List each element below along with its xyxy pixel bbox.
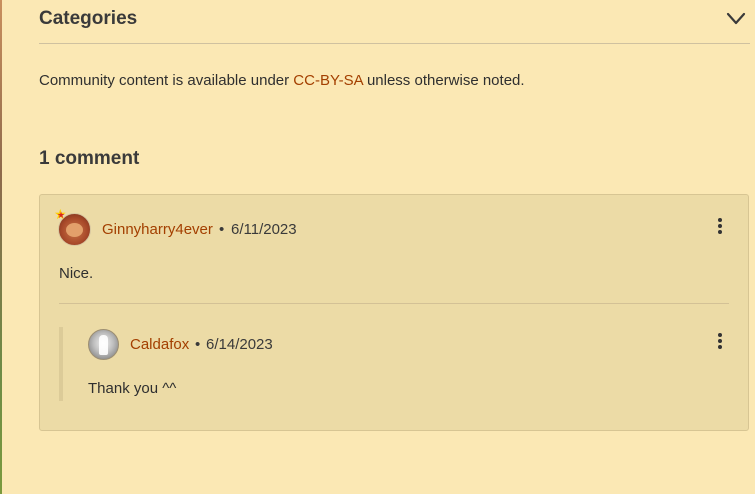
meta-separator: •: [195, 336, 201, 353]
avatar-face: [66, 223, 83, 237]
reply-avatar[interactable]: [88, 329, 119, 360]
more-vertical-icon[interactable]: [717, 333, 723, 353]
avatar-figure: [99, 335, 108, 355]
reply-date: 6/14/2023: [206, 336, 273, 353]
categories-toggle[interactable]: Categories: [39, 0, 750, 44]
comment-thread: ★ ★ Ginnyharry4ever • 6/11/2023 Nice. Cal…: [39, 194, 749, 431]
chevron-down-icon[interactable]: [726, 12, 746, 26]
reply-indent-bar: [59, 327, 63, 401]
categories-title: Categories: [39, 7, 138, 29]
comment-body: Nice.: [59, 265, 94, 282]
reply-author[interactable]: Caldafox: [130, 336, 189, 353]
comment-divider: [59, 303, 729, 304]
comment-date: 6/11/2023: [231, 221, 297, 238]
comment-author[interactable]: Ginnyharry4ever: [102, 221, 213, 238]
reply-body: Thank you ^^: [88, 380, 177, 397]
more-vertical-icon[interactable]: [717, 218, 723, 238]
page-edge-decoration: [0, 0, 2, 494]
license-link[interactable]: CC-BY-SA: [293, 72, 362, 89]
license-suffix: unless otherwise noted.: [362, 72, 525, 89]
license-prefix: Community content is available under: [39, 72, 294, 89]
meta-separator: •: [219, 221, 225, 238]
comment-count-heading: 1 comment: [39, 148, 140, 169]
star-badge-icon: ★ ★: [54, 206, 67, 222]
license-notice: Community content is available under CC-…: [39, 72, 525, 89]
